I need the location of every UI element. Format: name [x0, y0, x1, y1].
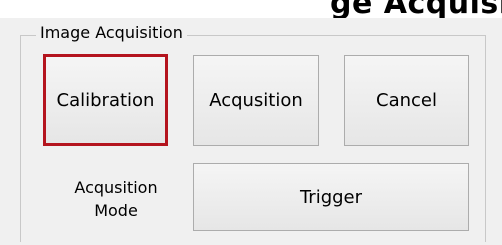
calibration-button[interactable]: Calibration	[43, 54, 168, 146]
trigger-button[interactable]: Trigger	[193, 163, 469, 231]
header-strip: ge Acquisition	[0, 0, 502, 18]
acquisition-button[interactable]: Acqusition	[193, 55, 319, 146]
acquisition-mode-label-line2: Mode	[94, 201, 138, 220]
cancel-button[interactable]: Cancel	[344, 55, 469, 146]
acquisition-mode-label: Acqusition Mode	[55, 176, 177, 222]
groupbox-title: Image Acquisition	[36, 23, 187, 42]
partial-window-title: ge Acquisition	[330, 0, 502, 18]
acquisition-mode-label-line1: Acqusition	[74, 178, 158, 197]
